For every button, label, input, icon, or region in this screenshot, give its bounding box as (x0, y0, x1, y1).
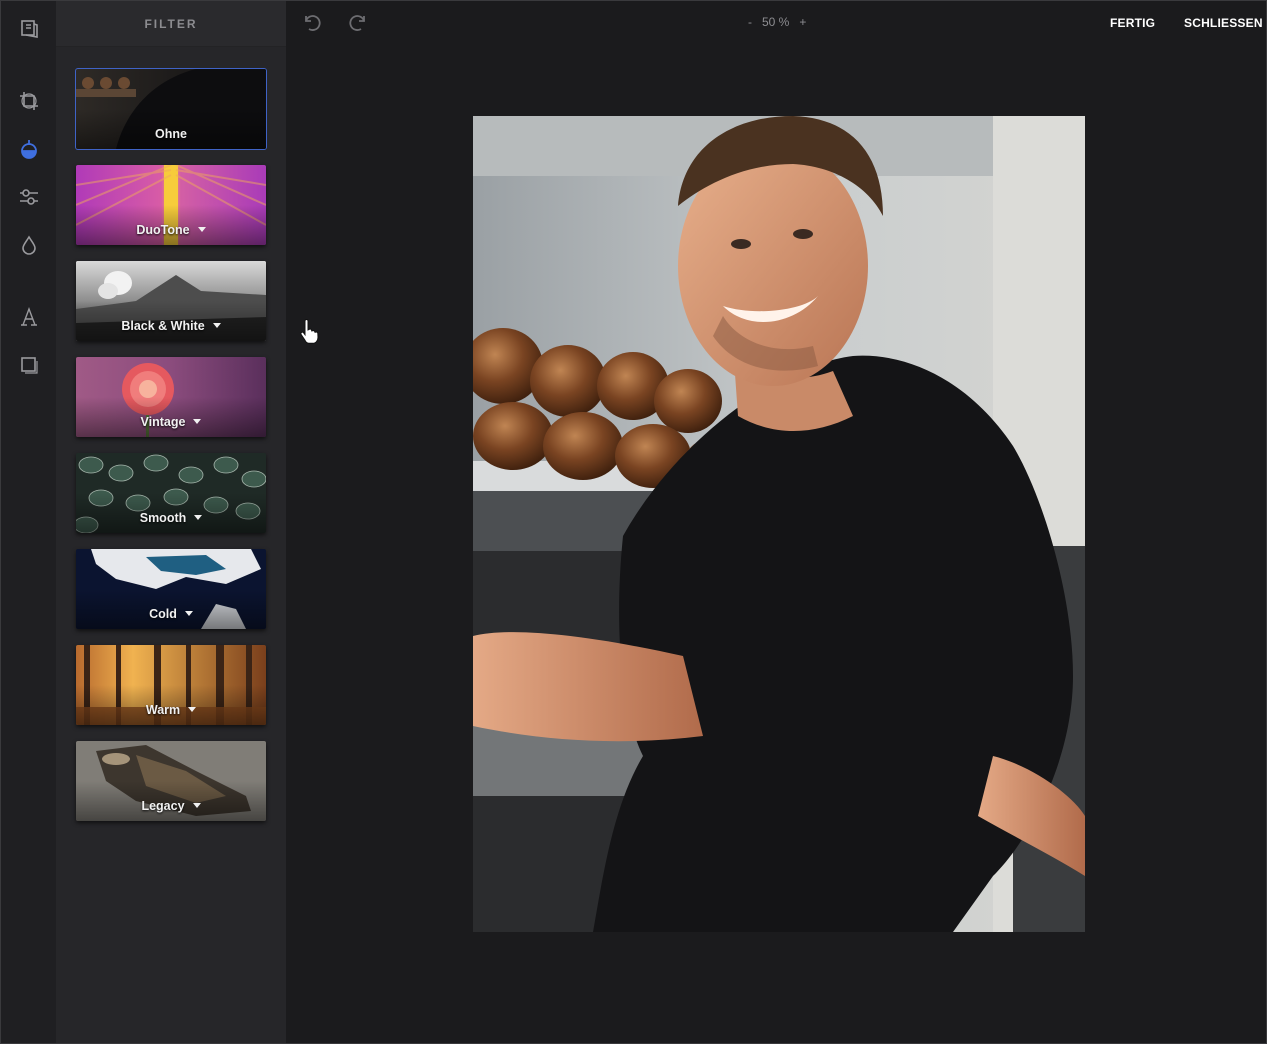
filter-card-warm[interactable]: Warm (76, 645, 266, 725)
filter-card-cold[interactable]: Cold (76, 549, 266, 629)
zoom-in-button[interactable]: + (799, 15, 806, 29)
filter-label: Vintage (76, 415, 266, 429)
crop-icon[interactable] (12, 84, 46, 118)
filter-label: DuoTone (76, 223, 266, 237)
chevron-down-icon[interactable] (188, 707, 197, 713)
filter-card-smooth[interactable]: Smooth (76, 453, 266, 533)
filter-label: Smooth (76, 511, 266, 525)
chevron-down-icon[interactable] (197, 227, 206, 233)
redo-icon[interactable] (348, 11, 370, 33)
chevron-down-icon[interactable] (194, 515, 203, 521)
filter-card-ohne[interactable]: Ohne (76, 69, 266, 149)
chevron-down-icon[interactable] (212, 323, 221, 329)
close-button[interactable]: SCHLIESSEN (1184, 16, 1263, 30)
filter-card-vintage[interactable]: Vintage (76, 357, 266, 437)
filter-card-legacy[interactable]: Legacy (76, 741, 266, 821)
filter-card-duotone[interactable]: DuoTone (76, 165, 266, 245)
filter-label: Warm (76, 703, 266, 717)
zoom-value: 50 % (762, 15, 790, 29)
zoom-control: - 50 % + (748, 15, 806, 29)
top-toolbar: - 50 % + FERTIG SCHLIESSEN (286, 1, 1266, 45)
frame-icon[interactable] (12, 348, 46, 382)
tool-rail (1, 1, 56, 1043)
filter-panel: FILTER Ohne DuoTone Black & White Vintag… (56, 1, 319, 1043)
filter-icon[interactable] (12, 132, 46, 166)
filter-label: Ohne (155, 127, 187, 141)
text-icon[interactable] (12, 300, 46, 334)
chevron-down-icon[interactable] (192, 803, 201, 809)
canvas-photo[interactable] (473, 116, 1085, 932)
library-icon[interactable] (12, 11, 46, 45)
adjust-icon[interactable] (12, 180, 46, 214)
filter-label: Legacy (76, 799, 266, 813)
focus-icon[interactable] (12, 228, 46, 262)
undo-icon[interactable] (300, 11, 322, 33)
chevron-down-icon[interactable] (193, 419, 202, 425)
filter-label: Black & White (76, 319, 266, 333)
chevron-down-icon[interactable] (184, 611, 193, 617)
panel-header: FILTER (56, 1, 286, 47)
filter-card-black-white[interactable]: Black & White (76, 261, 266, 341)
filter-label: Cold (76, 607, 266, 621)
zoom-out-button[interactable]: - (748, 15, 752, 29)
done-button[interactable]: FERTIG (1110, 16, 1155, 30)
panel-title: FILTER (144, 16, 198, 31)
